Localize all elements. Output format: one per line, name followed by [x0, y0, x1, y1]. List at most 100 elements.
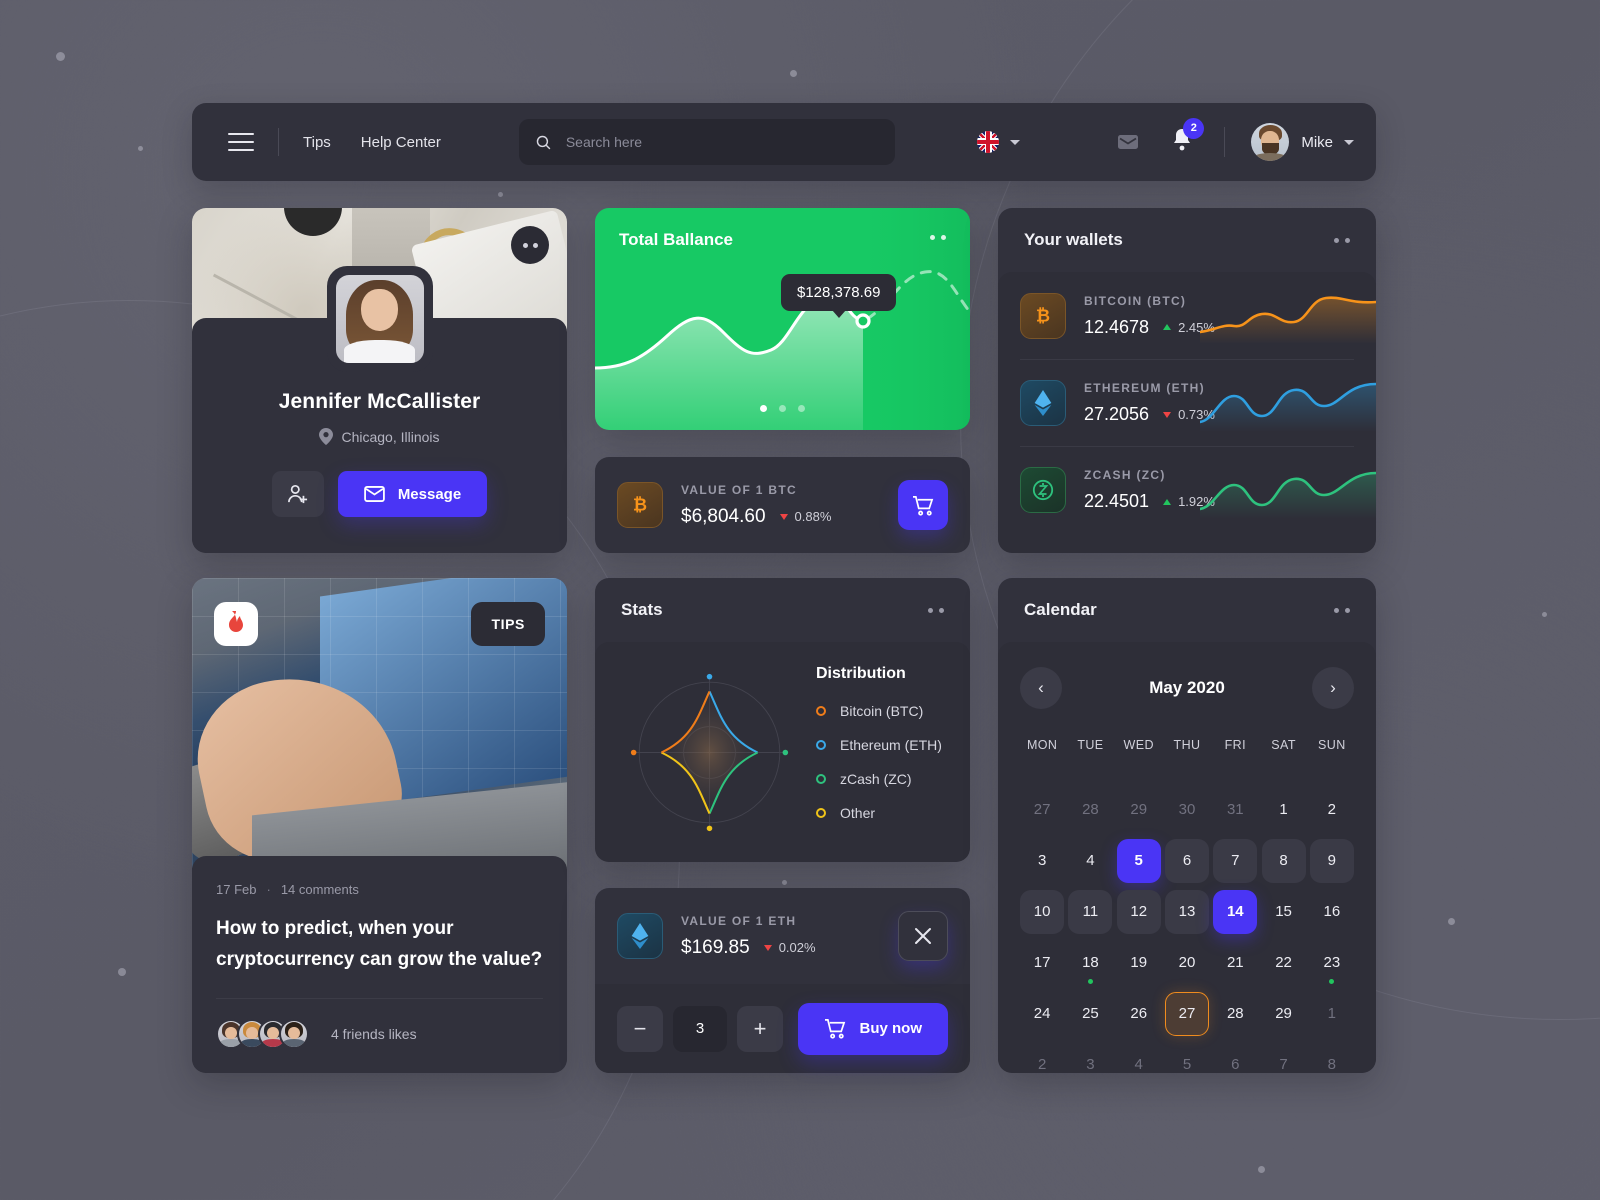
search-box[interactable]: [518, 119, 895, 165]
eth-value-row: VALUE OF 1 ETH $169.85 0.02%: [595, 888, 970, 984]
calendar-day[interactable]: 25: [1066, 988, 1114, 1039]
add-friend-button[interactable]: [271, 471, 324, 517]
carousel-dot-1[interactable]: [760, 405, 767, 412]
calendar-day-number: 8: [1327, 1056, 1337, 1073]
calendar-day[interactable]: 8: [1259, 835, 1307, 886]
message-button[interactable]: Message: [337, 471, 488, 517]
profile-actions: Message: [271, 471, 488, 517]
mail-icon[interactable]: [1116, 130, 1140, 154]
nav-link-help-center[interactable]: Help Center: [361, 134, 441, 151]
calendar-day[interactable]: 21: [1211, 937, 1259, 988]
next-month-button[interactable]: ›: [1312, 667, 1354, 709]
calendar-day[interactable]: 2: [1308, 784, 1356, 835]
calendar-day[interactable]: 23: [1308, 937, 1356, 988]
calendar-day[interactable]: 29: [1115, 784, 1163, 835]
calendar-day[interactable]: 26: [1115, 988, 1163, 1039]
avatar: [335, 275, 424, 363]
calendar-weekday: THU: [1173, 738, 1201, 752]
calendar-day[interactable]: 15: [1259, 886, 1307, 937]
calendar-day[interactable]: 10: [1018, 886, 1066, 937]
article-card[interactable]: TIPS 17 Feb · 14 comments How to predict…: [192, 578, 567, 1073]
quantity-stepper[interactable]: 3: [673, 1005, 727, 1052]
prev-month-button[interactable]: ‹: [1020, 667, 1062, 709]
calendar-day[interactable]: 7: [1259, 1039, 1307, 1073]
calendar-day[interactable]: 29: [1259, 988, 1307, 1039]
calendar-day[interactable]: 5: [1115, 835, 1163, 886]
more-options-icon[interactable]: [930, 235, 946, 240]
calendar-day[interactable]: 9: [1308, 835, 1356, 886]
calendar-day[interactable]: 2: [1018, 1039, 1066, 1073]
calendar-day[interactable]: 20: [1163, 937, 1211, 988]
calendar-day[interactable]: 31: [1211, 784, 1259, 835]
calendar-day[interactable]: 17: [1018, 937, 1066, 988]
calendar-day[interactable]: 13: [1163, 886, 1211, 937]
calendar-day[interactable]: 27: [1018, 784, 1066, 835]
calendar-day[interactable]: 11: [1066, 886, 1114, 937]
search-input[interactable]: [565, 134, 879, 150]
header-divider: [278, 128, 279, 156]
eth-value-label: VALUE OF 1 ETH: [681, 913, 797, 928]
calendar-day[interactable]: 16: [1308, 886, 1356, 937]
calendar-day[interactable]: 14: [1211, 886, 1259, 937]
language-selector[interactable]: [977, 131, 1021, 153]
zcash-icon: [1020, 467, 1066, 513]
calendar-day[interactable]: 28: [1211, 988, 1259, 1039]
calendar-day-number: 28: [1082, 801, 1099, 818]
wallets-header: Your wallets: [998, 208, 1376, 272]
calendar-day[interactable]: 7: [1211, 835, 1259, 886]
quantity-increment-button[interactable]: +: [737, 1005, 783, 1052]
tips-badge[interactable]: TIPS: [471, 602, 545, 646]
wallet-row[interactable]: ZCASH (ZC) 22.4501 1.92%: [1020, 446, 1376, 533]
btc-value-amount: $6,804.60: [681, 505, 766, 527]
calendar-day[interactable]: 1: [1259, 784, 1307, 835]
total-balance-card: Total Ballance $128,378.69: [595, 208, 970, 430]
calendar-day-number: 13: [1164, 889, 1209, 934]
calendar-day-number: 3: [1086, 1056, 1095, 1073]
carousel-dot-3[interactable]: [798, 405, 805, 412]
legend-dot-icon: [816, 808, 826, 818]
calendar-day[interactable]: 19: [1115, 937, 1163, 988]
wallet-row[interactable]: ETHEREUM (ETH) 27.2056 0.73%: [1020, 359, 1376, 446]
buy-now-button[interactable]: Buy now: [797, 1002, 948, 1055]
more-options-icon[interactable]: [1334, 237, 1350, 243]
svg-text:₿: ₿: [633, 495, 647, 515]
hamburger-icon[interactable]: [228, 133, 254, 151]
more-options-icon[interactable]: [928, 607, 944, 613]
calendar-day[interactable]: 4: [1115, 1039, 1163, 1073]
eth-sparkline: [1200, 382, 1376, 432]
more-options-icon[interactable]: [1334, 607, 1350, 613]
calendar-day[interactable]: 12: [1115, 886, 1163, 937]
calendar-day[interactable]: 30: [1163, 784, 1211, 835]
wallet-row[interactable]: ₿ BITCOIN (BTC) 12.4678 2.45%: [1020, 272, 1376, 359]
buy-btc-button[interactable]: [898, 480, 948, 530]
calendar-day[interactable]: 22: [1259, 937, 1307, 988]
calendar-day-number: 27: [1033, 801, 1051, 818]
nav-link-tips[interactable]: Tips: [303, 134, 331, 151]
calendar-day[interactable]: 5: [1163, 1039, 1211, 1073]
calendar-day[interactable]: 28: [1066, 784, 1114, 835]
calendar-day-number: 17: [1033, 954, 1051, 971]
article-title[interactable]: How to predict, when your cryptocurrency…: [216, 913, 543, 976]
message-button-label: Message: [397, 485, 462, 503]
user-menu[interactable]: Mike: [1251, 123, 1354, 161]
carousel-dot-2[interactable]: [779, 405, 786, 412]
quantity-decrement-button[interactable]: −: [617, 1005, 663, 1052]
calendar-day[interactable]: 3: [1066, 1039, 1114, 1073]
legend-item-zcash: zCash (ZC): [816, 771, 942, 787]
calendar-day[interactable]: 8: [1308, 1039, 1356, 1073]
calendar-day[interactable]: 4: [1066, 835, 1114, 886]
calendar-day[interactable]: 24: [1018, 988, 1066, 1039]
calendar-day[interactable]: 6: [1163, 835, 1211, 886]
calendar-day[interactable]: 6: [1211, 1039, 1259, 1073]
more-options-icon[interactable]: [511, 226, 549, 264]
close-button[interactable]: [898, 911, 948, 961]
legend-item-btc: Bitcoin (BTC): [816, 703, 942, 719]
calendar-day[interactable]: 1: [1308, 988, 1356, 1039]
calendar-day[interactable]: 3: [1018, 835, 1066, 886]
calendar-day[interactable]: 18: [1066, 937, 1114, 988]
avatar: [279, 1019, 309, 1049]
notifications-button[interactable]: 2: [1170, 117, 1205, 158]
calendar-day-number: 2: [1327, 801, 1337, 818]
calendar-day[interactable]: 27: [1163, 988, 1211, 1039]
article-date: 17 Feb: [216, 882, 257, 897]
